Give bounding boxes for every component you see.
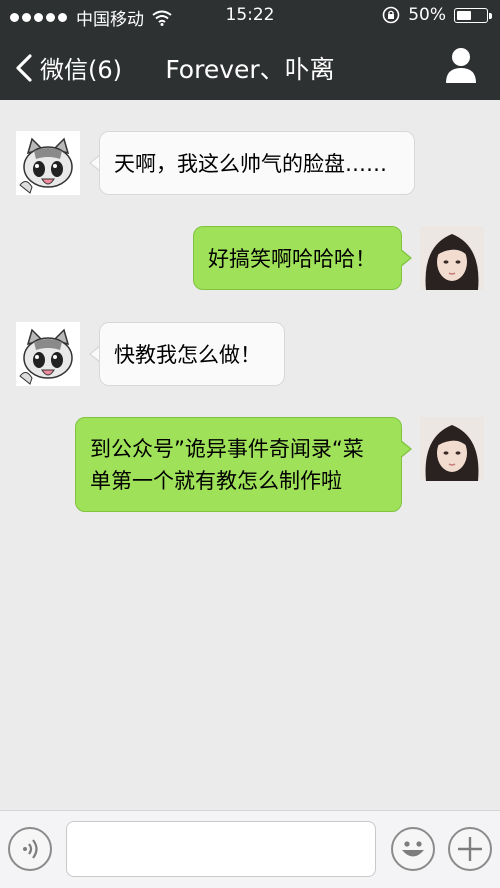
orientation-lock-icon <box>382 6 400 24</box>
avatar[interactable] <box>16 322 80 386</box>
top-bar: 中国移动 15:22 50% 微信(6) Forever、卟离 <box>0 0 500 100</box>
more-button[interactable] <box>448 827 492 871</box>
message-bubble[interactable]: 快教我怎么做！ <box>99 322 285 386</box>
voice-icon <box>23 839 38 859</box>
battery-tip <box>489 12 492 19</box>
emoji-icon <box>402 841 424 857</box>
battery-icon <box>454 7 492 23</box>
avatar[interactable] <box>420 417 484 481</box>
plus-icon <box>458 837 482 861</box>
message-bubble[interactable]: 到公众号”诡异事件奇闻录“菜 单第一个就有教怎么制作啦 <box>75 417 402 512</box>
girl-avatar-icon <box>420 226 484 290</box>
message-text-line: 单第一个就有教怎么制作啦 <box>90 469 342 493</box>
battery-level <box>457 10 471 20</box>
battery-percent: 50% <box>408 5 446 25</box>
input-bar <box>0 810 500 888</box>
cat-avatar-icon <box>16 322 80 386</box>
message-input[interactable] <box>66 821 376 877</box>
cat-avatar-icon <box>16 131 80 195</box>
voice-button[interactable] <box>8 827 52 871</box>
message-text: 快教我怎么做！ <box>114 343 261 367</box>
message-text-line: 到公众号”诡异事件奇闻录“菜 <box>90 437 364 461</box>
nav-bar: 微信(6) Forever、卟离 <box>0 32 500 100</box>
avatar[interactable] <box>420 226 484 290</box>
avatar[interactable] <box>16 131 80 195</box>
chat-title: Forever、卟离 <box>165 55 335 84</box>
bubble-tail <box>400 250 410 266</box>
status-right: 50% <box>382 5 492 25</box>
message-text: 天啊，我这么帅气的脸盘…… <box>114 152 387 176</box>
emoji-button[interactable] <box>391 827 435 871</box>
message-text: 好搞笑啊哈哈哈！ <box>208 247 376 271</box>
person-icon[interactable] <box>444 46 478 84</box>
girl-avatar-icon <box>420 417 484 481</box>
bubble-tail <box>400 441 410 457</box>
message-bubble[interactable]: 好搞笑啊哈哈哈！ <box>193 226 402 290</box>
message-bubble[interactable]: 天啊，我这么帅气的脸盘…… <box>99 131 415 195</box>
status-bar: 中国移动 15:22 50% <box>0 0 500 32</box>
